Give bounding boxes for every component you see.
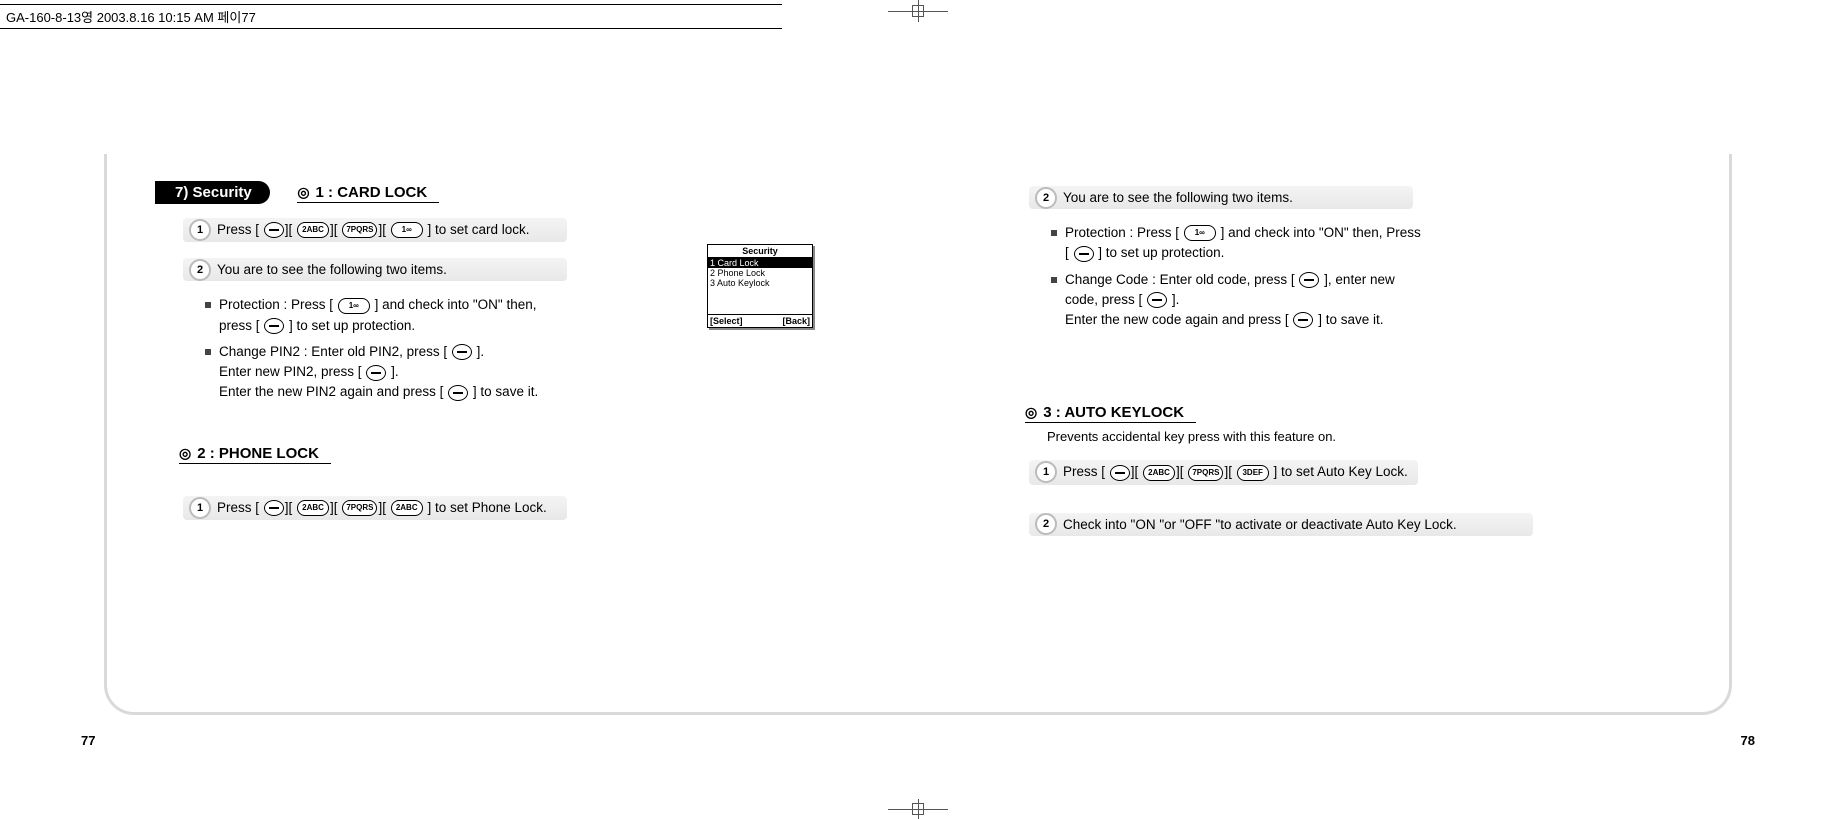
step-number: 1 [1035, 461, 1057, 483]
menu-key-icon [452, 344, 472, 360]
page-number-left: 77 [81, 733, 95, 748]
text: Protection : Press [ [219, 297, 333, 312]
menu-key-icon [264, 500, 284, 516]
key-1-icon: 1∞ [391, 222, 423, 238]
step-number: 1 [189, 497, 211, 519]
menu-key-icon [448, 385, 468, 401]
menu-key-icon [1293, 312, 1313, 328]
phonelock-bullet-protection: Protection : Press [ 1∞ ] and check into… [1051, 223, 1689, 264]
text: Press [ [217, 222, 259, 237]
text: Change Code : Enter old code, press [ [1065, 272, 1295, 287]
auto-keylock-desc: Prevents accidental key press with this … [1047, 429, 1689, 444]
cardlock-step1: 1 Press [ ][ 2ABC][ 7PQRS][ 1∞ ] to set … [183, 218, 567, 242]
heading-card-lock: 1 : CARD LOCK [297, 184, 439, 203]
phone-screen-mock: Security 1 Card Lock 2 Phone Lock 3 Auto… [707, 244, 813, 328]
crop-mark-top [888, 0, 948, 22]
text: ] and check into "ON" then, [375, 297, 537, 312]
menu-key-icon [264, 222, 284, 238]
key-7-icon: 7PQRS [342, 500, 377, 516]
step-number: 2 [1035, 187, 1057, 209]
menu-key-icon [1299, 272, 1319, 288]
content-panel: 7) Security 1 : CARD LOCK 1 Press [ ][ 2… [104, 154, 1732, 715]
page-frame: 7) Security 1 : CARD LOCK 1 Press [ ][ 2… [24, 36, 1812, 727]
key-2-icon: 2ABC [1143, 465, 1175, 481]
screen-item-selected: 1 Card Lock [708, 258, 812, 268]
heading-phone-lock: 2 : PHONE LOCK [179, 445, 331, 464]
key-1-icon: 1∞ [338, 298, 370, 314]
softkey-right: [Back] [782, 316, 810, 326]
page-number-right: 78 [1741, 733, 1755, 748]
step-number: 2 [1035, 513, 1057, 535]
text: Press [ [217, 500, 259, 515]
text: [ [1065, 245, 1069, 260]
step-number: 1 [189, 219, 211, 241]
text: Change PIN2 : Enter old PIN2, press [ [219, 344, 447, 359]
screen-item: 3 Auto Keylock [708, 278, 812, 288]
step-number: 2 [189, 259, 211, 281]
autokeylock-step1: 1 Press [ ][ 2ABC][ 7PQRS][ 3DEF ] to se… [1029, 460, 1418, 484]
proof-header: GA-160-8-13영 2003.8.16 10:15 AM 페이77 [0, 4, 782, 29]
text: ] and check into "ON" then, Press [1221, 225, 1421, 240]
key-1-icon: 1∞ [1184, 225, 1216, 241]
screen-item: 2 Phone Lock [708, 268, 812, 278]
text: ] to set Phone Lock. [427, 500, 546, 515]
text: ] to set up protection. [289, 318, 415, 333]
autokeylock-step2: 2 Check into "ON "or "OFF "to activate o… [1029, 513, 1533, 536]
text: Enter new PIN2, press [ [219, 364, 362, 379]
text: ]. [391, 364, 399, 379]
menu-key-icon [264, 318, 284, 334]
text: ], enter new [1324, 272, 1395, 287]
left-column: 7) Security 1 : CARD LOCK 1 Press [ ][ 2… [147, 174, 843, 702]
text: Enter the new PIN2 again and press [ [219, 384, 443, 399]
phonelock-step2: 2 You are to see the following two items… [1029, 186, 1413, 209]
text: ]. [477, 344, 485, 359]
text: press [ [219, 318, 260, 333]
key-7-icon: 7PQRS [342, 222, 377, 238]
key-2-icon: 2ABC [297, 500, 329, 516]
text: Protection : Press [ [1065, 225, 1179, 240]
text: Enter the new code again and press [ [1065, 312, 1289, 327]
text: Press [ [1063, 464, 1105, 479]
key-2-icon: 2ABC [297, 222, 329, 238]
menu-key-icon [1074, 246, 1094, 262]
text: ]. [1172, 292, 1180, 307]
screen-title: Security [708, 245, 812, 258]
section-pill: 7) Security [155, 181, 270, 204]
text: ] to set card lock. [427, 222, 529, 237]
softkey-left: [Select] [710, 316, 743, 326]
text: ] to save it. [473, 384, 538, 399]
key-3-icon: 3DEF [1237, 465, 1269, 481]
right-column: 2 You are to see the following two items… [963, 174, 1689, 702]
text: You are to see the following two items. [217, 262, 447, 277]
menu-key-icon [1110, 465, 1130, 481]
key-7-icon: 7PQRS [1188, 465, 1223, 481]
cardlock-bullet-changepin2: Change PIN2 : Enter old PIN2, press [ ].… [205, 342, 843, 403]
heading-auto-keylock: 3 : AUTO KEYLOCK [1025, 404, 1196, 423]
crop-mark-bottom [888, 799, 948, 819]
text: code, press [ [1065, 292, 1142, 307]
text: You are to see the following two items. [1063, 190, 1293, 205]
text: ] to save it. [1318, 312, 1383, 327]
phonelock-step1: 1 Press [ ][ 2ABC][ 7PQRS][ 2ABC ] to se… [183, 496, 567, 520]
text: Check into "ON "or "OFF "to activate or … [1063, 517, 1457, 532]
menu-key-icon [366, 365, 386, 381]
text: ] to set Auto Key Lock. [1273, 464, 1407, 479]
menu-key-icon [1147, 292, 1167, 308]
phonelock-bullet-changecode: Change Code : Enter old code, press [ ],… [1051, 270, 1689, 331]
cardlock-step2: 2 You are to see the following two items… [183, 258, 567, 281]
key-2-icon: 2ABC [391, 500, 423, 516]
text: ] to set up protection. [1098, 245, 1224, 260]
